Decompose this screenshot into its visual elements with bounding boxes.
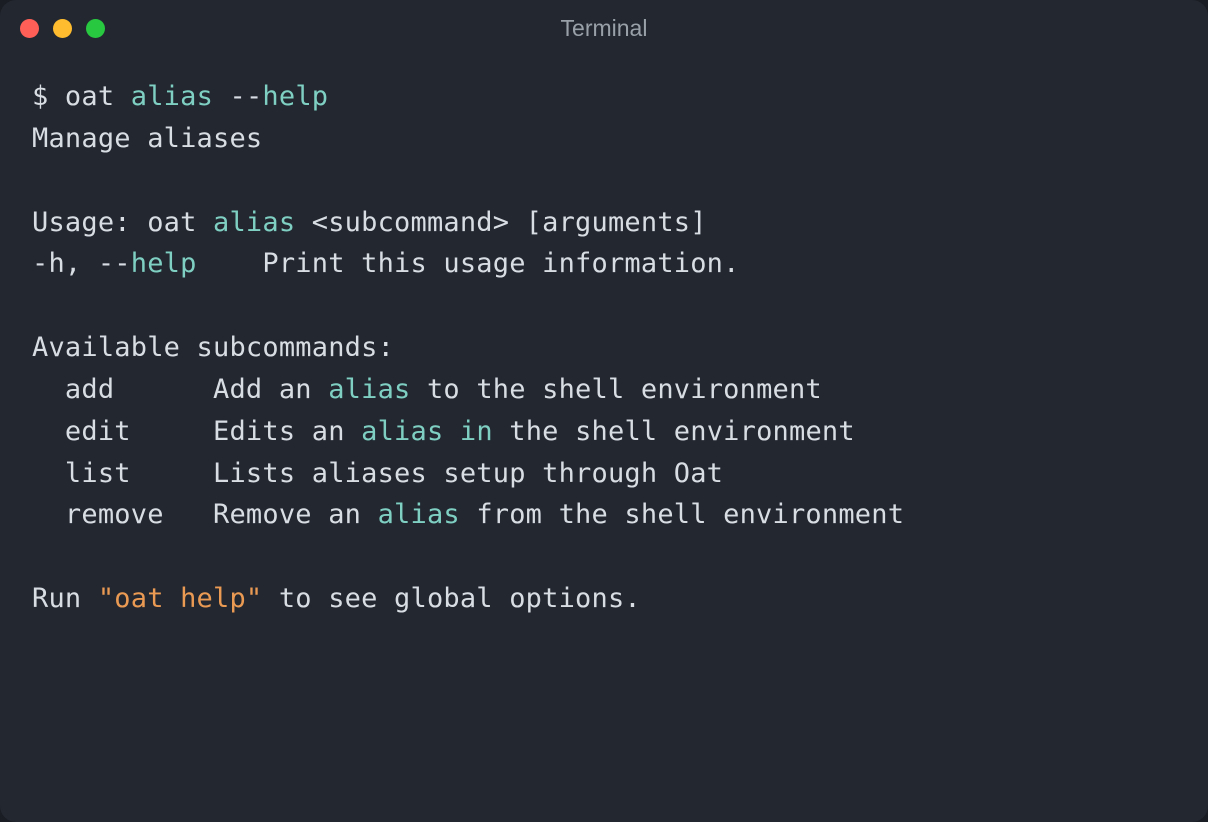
footer-quoted: "oat help" bbox=[98, 583, 263, 614]
subcommand-desc: from the shell environment bbox=[460, 499, 904, 530]
terminal-window: Terminal $ oat alias --help Manage alias… bbox=[0, 0, 1208, 822]
subcommand-desc: the shell environment bbox=[493, 416, 855, 447]
subcommand-hl: alias bbox=[328, 374, 410, 405]
subcommand-desc: Edits an bbox=[213, 416, 361, 447]
traffic-lights bbox=[20, 19, 105, 38]
usage-prefix: Usage: oat bbox=[32, 207, 213, 238]
footer-pre: Run bbox=[32, 583, 98, 614]
minimize-icon[interactable] bbox=[53, 19, 72, 38]
subcommand-name: edit bbox=[32, 416, 213, 447]
titlebar: Terminal bbox=[0, 0, 1208, 56]
prompt: $ bbox=[32, 81, 65, 112]
subcommand-hl: alias bbox=[361, 416, 443, 447]
subcommand-desc: Remove an bbox=[213, 499, 378, 530]
subcommand-desc: Add an bbox=[213, 374, 328, 405]
help-flag-desc: Print this usage information. bbox=[197, 248, 740, 279]
maximize-icon[interactable] bbox=[86, 19, 105, 38]
subcommand-name: list bbox=[32, 458, 213, 489]
close-icon[interactable] bbox=[20, 19, 39, 38]
help-flag-hl: help bbox=[131, 248, 197, 279]
footer-post: to see global options. bbox=[262, 583, 640, 614]
command-flag: help bbox=[262, 81, 328, 112]
usage-suffix: <subcommand> [arguments] bbox=[295, 207, 706, 238]
help-flag-short: -h, -- bbox=[32, 248, 131, 279]
subcommands-header: Available subcommands: bbox=[32, 332, 394, 363]
terminal-body[interactable]: $ oat alias --help Manage aliases Usage:… bbox=[0, 56, 1208, 822]
command-sub: alias bbox=[131, 81, 213, 112]
subcommand-hl: in bbox=[460, 416, 493, 447]
command-flag-prefix: -- bbox=[213, 81, 262, 112]
subcommand-hl: alias bbox=[378, 499, 460, 530]
subcommand-desc: to the shell environment bbox=[411, 374, 822, 405]
command-bin: oat bbox=[65, 81, 131, 112]
subcommand-name: add bbox=[32, 374, 213, 405]
subcommand-desc bbox=[443, 416, 459, 447]
usage-sub: alias bbox=[213, 207, 295, 238]
window-title: Terminal bbox=[561, 15, 648, 42]
subcommand-desc: Lists aliases setup through Oat bbox=[213, 458, 723, 489]
description: Manage aliases bbox=[32, 123, 262, 154]
subcommand-name: remove bbox=[32, 499, 213, 530]
